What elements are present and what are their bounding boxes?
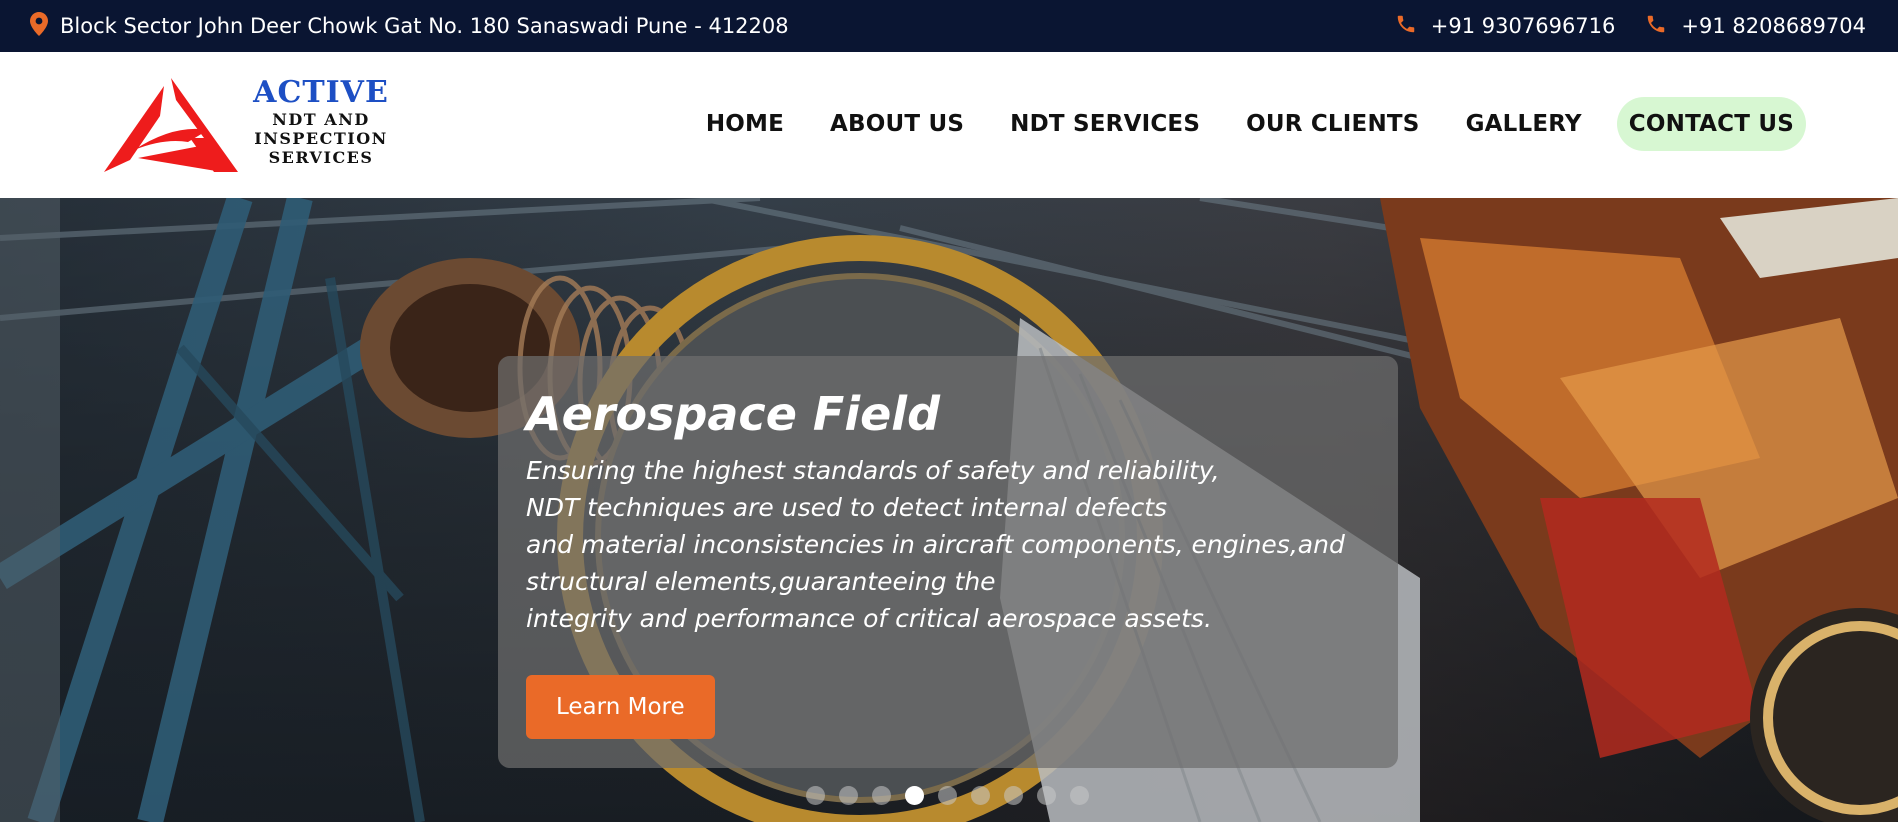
hero-description-line: and material inconsistencies in aircraft…	[526, 530, 1345, 559]
slide-dot-6[interactable]	[971, 786, 990, 805]
address-text: Block Sector John Deer Chowk Gat No. 180…	[60, 14, 789, 38]
phone-number: +91 9307696716	[1430, 14, 1616, 38]
logo[interactable]: ACTIVE NDT AND INSPECTION SERVICES	[104, 76, 394, 176]
slide-dot-3[interactable]	[872, 786, 891, 805]
phone-icon	[1395, 13, 1431, 40]
logo-brand: ACTIVE	[253, 75, 389, 110]
slide-dot-2[interactable]	[839, 786, 858, 805]
slide-dot-8[interactable]	[1037, 786, 1056, 805]
nav-gallery[interactable]: GALLERY	[1443, 97, 1605, 151]
slide-dot-7[interactable]	[1004, 786, 1023, 805]
hero-description-line: NDT techniques are used to detect intern…	[526, 493, 1168, 522]
phone-numbers: +91 9307696716 +91 8208689704	[1395, 13, 1866, 40]
hero-slider: Aerospace Field Ensuring the highest sta…	[0, 198, 1898, 822]
top-bar: Block Sector John Deer Chowk Gat No. 180…	[0, 0, 1898, 52]
logo-mark-icon	[104, 78, 238, 172]
hero-description-line: structural elements,guaranteeing the	[526, 567, 996, 596]
phone-number: +91 8208689704	[1681, 14, 1866, 38]
slider-dots	[806, 786, 1089, 805]
hero-caption-box: Aerospace Field Ensuring the highest sta…	[498, 356, 1398, 768]
map-pin-icon	[30, 11, 60, 41]
phone-link-1[interactable]: +91 9307696716	[1395, 13, 1616, 40]
logo-line-1: NDT AND	[272, 110, 370, 129]
hero-description-line: integrity and performance of critical ae…	[526, 604, 1212, 633]
hero-description: Ensuring the highest standards of safety…	[526, 452, 1370, 637]
main-nav: HOME ABOUT US NDT SERVICES OUR CLIENTS G…	[683, 94, 1806, 154]
nav-contact-us[interactable]: CONTACT US	[1616, 97, 1806, 151]
logo-line-3: SERVICES	[268, 148, 374, 167]
logo-line-2: INSPECTION	[254, 129, 388, 148]
hero-title: Aerospace Field	[526, 387, 940, 441]
site-header: ACTIVE NDT AND INSPECTION SERVICES HOME …	[0, 52, 1898, 198]
address: Block Sector John Deer Chowk Gat No. 180…	[30, 11, 789, 41]
phone-link-2[interactable]: +91 8208689704	[1645, 13, 1866, 40]
slide-dot-1[interactable]	[806, 786, 825, 805]
hero-description-line: Ensuring the highest standards of safety…	[526, 456, 1220, 485]
nav-home[interactable]: HOME	[683, 97, 807, 151]
slide-dot-5[interactable]	[938, 786, 957, 805]
phone-icon	[1645, 13, 1681, 40]
nav-our-clients[interactable]: OUR CLIENTS	[1223, 97, 1442, 151]
slide-dot-9[interactable]	[1070, 786, 1089, 805]
nav-ndt-services[interactable]: NDT SERVICES	[987, 97, 1223, 151]
learn-more-button[interactable]: Learn More	[526, 675, 715, 739]
nav-about-us[interactable]: ABOUT US	[807, 97, 987, 151]
slide-dot-4[interactable]	[905, 786, 924, 805]
logo-text: ACTIVE NDT AND INSPECTION SERVICES	[246, 75, 396, 168]
